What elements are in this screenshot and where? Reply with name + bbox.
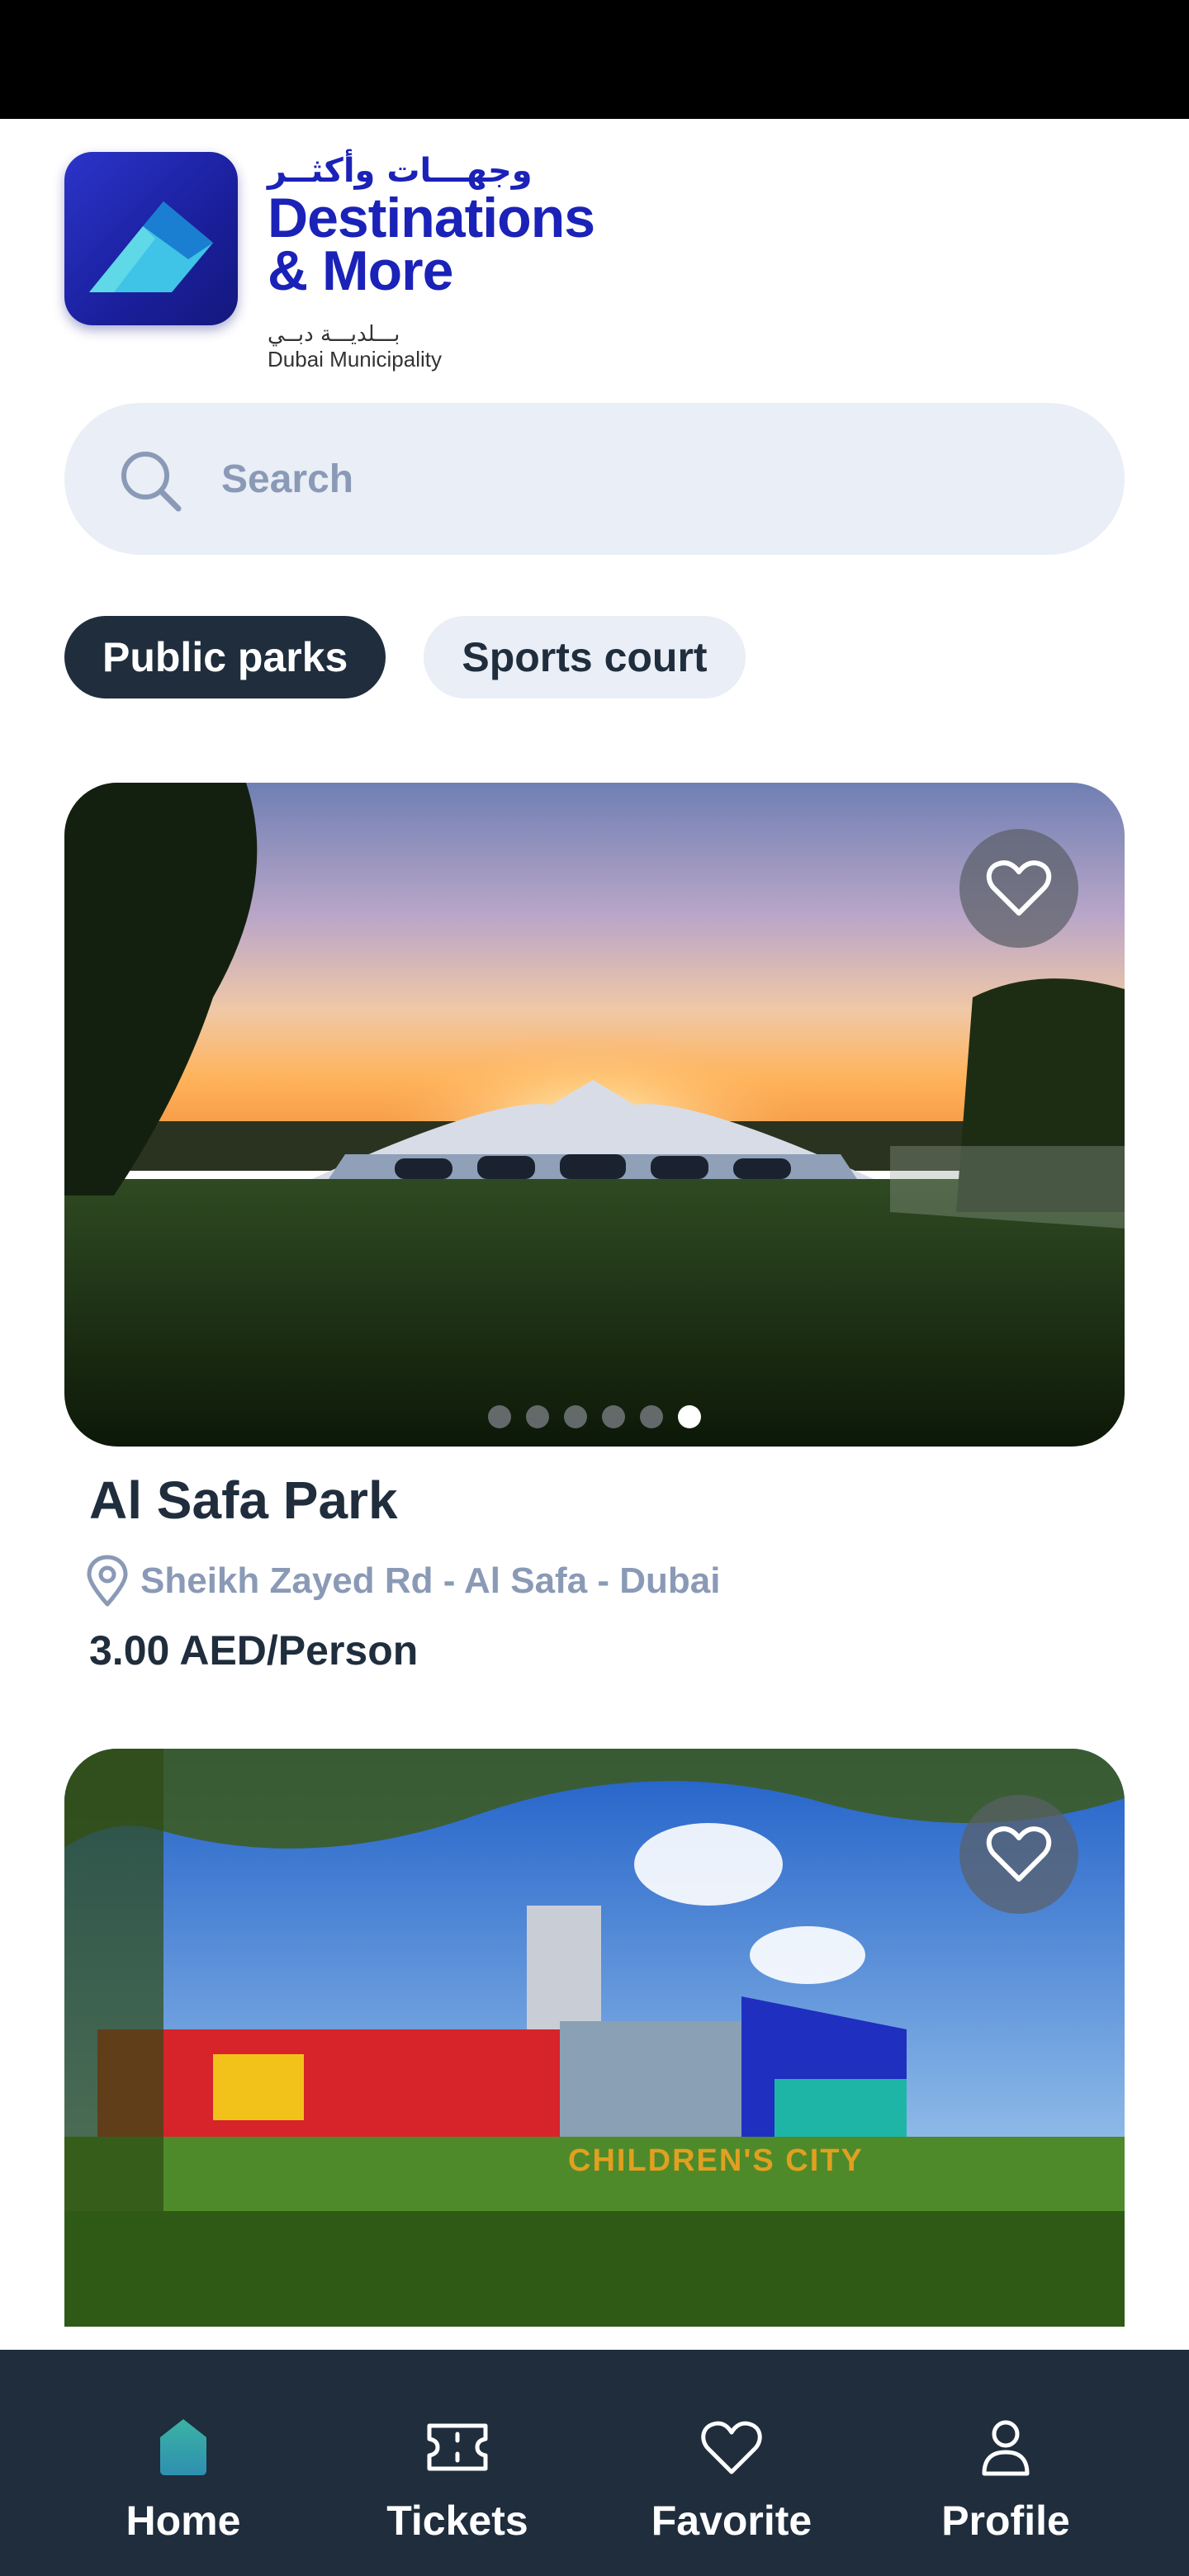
carousel-dot[interactable]: [564, 1405, 587, 1428]
nav-label-favorite: Favorite: [651, 2498, 812, 2544]
carousel-dot[interactable]: [640, 1405, 663, 1428]
search-icon: [121, 452, 182, 512]
nav-label-home: Home: [126, 2498, 241, 2544]
chip-sports-court[interactable]: Sports court: [424, 616, 746, 698]
municipality-arabic: بـــلديـــة دبــي: [268, 322, 400, 347]
nav-item-tickets[interactable]: Tickets: [334, 2350, 581, 2576]
location-pin-icon: [87, 1555, 128, 1607]
ticket-icon: [427, 2423, 488, 2471]
carousel-indicators: [64, 1405, 1125, 1428]
heart-icon: [986, 860, 1052, 916]
heart-icon: [986, 1826, 1052, 1882]
home-icon: [160, 2419, 206, 2475]
nav-label-tickets: Tickets: [386, 2498, 528, 2544]
user-icon: [982, 2420, 1030, 2476]
brand-title-line1: Destinations: [268, 187, 595, 249]
card-title[interactable]: Al Safa Park: [89, 1470, 398, 1531]
nav-item-favorite[interactable]: Favorite: [608, 2350, 855, 2576]
bottom-navigation: Home Tickets Favorite Profile: [0, 2350, 1189, 2576]
childrens-city-sign: CHILDREN'S CITY: [568, 2143, 864, 2178]
app-header: وجهـــات وأكثــر Destinations & More بــ…: [64, 150, 642, 381]
chip-public-parks[interactable]: Public parks: [64, 616, 386, 698]
municipality-english: Dubai Municipality: [268, 347, 442, 372]
card-location-text: Sheikh Zayed Rd - Al Safa - Dubai: [140, 1560, 721, 1601]
brand-block: وجهـــات وأكثــر Destinations & More بــ…: [268, 150, 647, 372]
card-image-al-safa-park[interactable]: [64, 783, 1125, 1447]
nav-item-home[interactable]: Home: [59, 2350, 307, 2576]
search-input[interactable]: [221, 436, 1080, 522]
card-image-childrens-city[interactable]: CHILDREN'S CITY: [64, 1749, 1125, 2327]
brand-arabic: وجهـــات وأكثــر: [268, 152, 533, 190]
carousel-dot[interactable]: [526, 1405, 549, 1428]
carousel-dot[interactable]: [488, 1405, 511, 1428]
status-bar: [0, 0, 1189, 119]
card-price: 3.00 AED/Person: [89, 1627, 419, 1674]
nav-item-profile[interactable]: Profile: [882, 2350, 1130, 2576]
card-location: Sheikh Zayed Rd - Al Safa - Dubai: [86, 1552, 721, 1610]
favorite-button[interactable]: [959, 1795, 1078, 1914]
app-logo-icon: [64, 152, 238, 325]
brand-title-line2: & More: [268, 239, 453, 302]
carousel-dot-active[interactable]: [678, 1405, 701, 1428]
heart-icon: [701, 2421, 762, 2474]
category-filters: Public parks Sports court: [64, 616, 746, 698]
favorite-button[interactable]: [959, 829, 1078, 948]
nav-label-profile: Profile: [941, 2498, 1070, 2544]
carousel-dot[interactable]: [602, 1405, 625, 1428]
search-bar[interactable]: [64, 403, 1125, 555]
